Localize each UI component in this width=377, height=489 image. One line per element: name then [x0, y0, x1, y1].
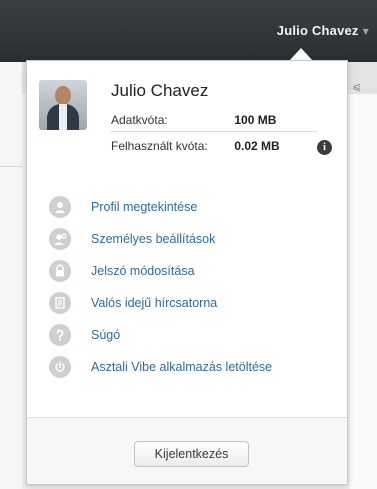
- menu-item-label: Valós idejű hírcsatorna: [91, 296, 218, 310]
- quota-divider: [111, 131, 317, 132]
- profile-icon: [49, 196, 71, 218]
- background-left-strip: [0, 62, 22, 489]
- avatar[interactable]: [39, 80, 87, 130]
- used-quota-row: Felhasznált kvóta: 0.02 MB: [111, 139, 280, 153]
- quota-value: 100 MB: [234, 113, 277, 127]
- menu-item-change-password[interactable]: Jelszó módosítása: [49, 259, 195, 283]
- info-icon[interactable]: i: [317, 140, 332, 155]
- lock-icon: [49, 260, 71, 282]
- user-settings-icon: [49, 228, 71, 250]
- quota-row: Adatkvóta: 100 MB: [111, 113, 276, 127]
- menu-item-label: Profil megtekintése: [91, 200, 198, 214]
- menu-item-personal-settings[interactable]: Személyes beállítások: [49, 227, 215, 251]
- background-right-strip: [350, 94, 377, 489]
- user-menu-name: Julio Chavez: [276, 23, 359, 38]
- background-divider: [0, 166, 22, 167]
- menu-item-help[interactable]: Súgó: [49, 323, 120, 347]
- download-icon: [49, 356, 71, 378]
- news-feed-icon: [49, 292, 71, 314]
- menu-item-news-feed[interactable]: Valós idejű hírcsatorna: [49, 291, 217, 315]
- menu-item-download-desktop-app[interactable]: Asztali Vibe alkalmazás letöltése: [49, 355, 272, 379]
- help-icon: [49, 324, 71, 346]
- menu-item-label: Jelszó módosítása: [91, 264, 195, 278]
- user-dropdown-panel: Julio Chavez Adatkvóta: 100 MB Felhaszná…: [26, 60, 348, 485]
- chevron-down-icon: ▼: [362, 27, 369, 36]
- used-quota-label: Felhasznált kvóta:: [111, 139, 208, 153]
- used-quota-value: 0.02 MB: [234, 139, 280, 153]
- user-name: Julio Chavez: [111, 81, 209, 100]
- menu-item-label: Személyes beállítások: [91, 232, 216, 246]
- menu-item-view-profile[interactable]: Profil megtekintése: [49, 195, 197, 219]
- menu-item-label: Súgó: [91, 328, 121, 342]
- user-menu-trigger[interactable]: Julio Chavez ▼: [277, 23, 369, 38]
- background-partial-icon: ⩿: [352, 80, 362, 93]
- quota-label: Adatkvóta:: [111, 113, 168, 127]
- logout-button[interactable]: Kijelentkezés: [134, 441, 249, 467]
- menu-item-label: Asztali Vibe alkalmazás letöltése: [91, 360, 273, 374]
- top-bar: Julio Chavez ▼: [0, 0, 377, 62]
